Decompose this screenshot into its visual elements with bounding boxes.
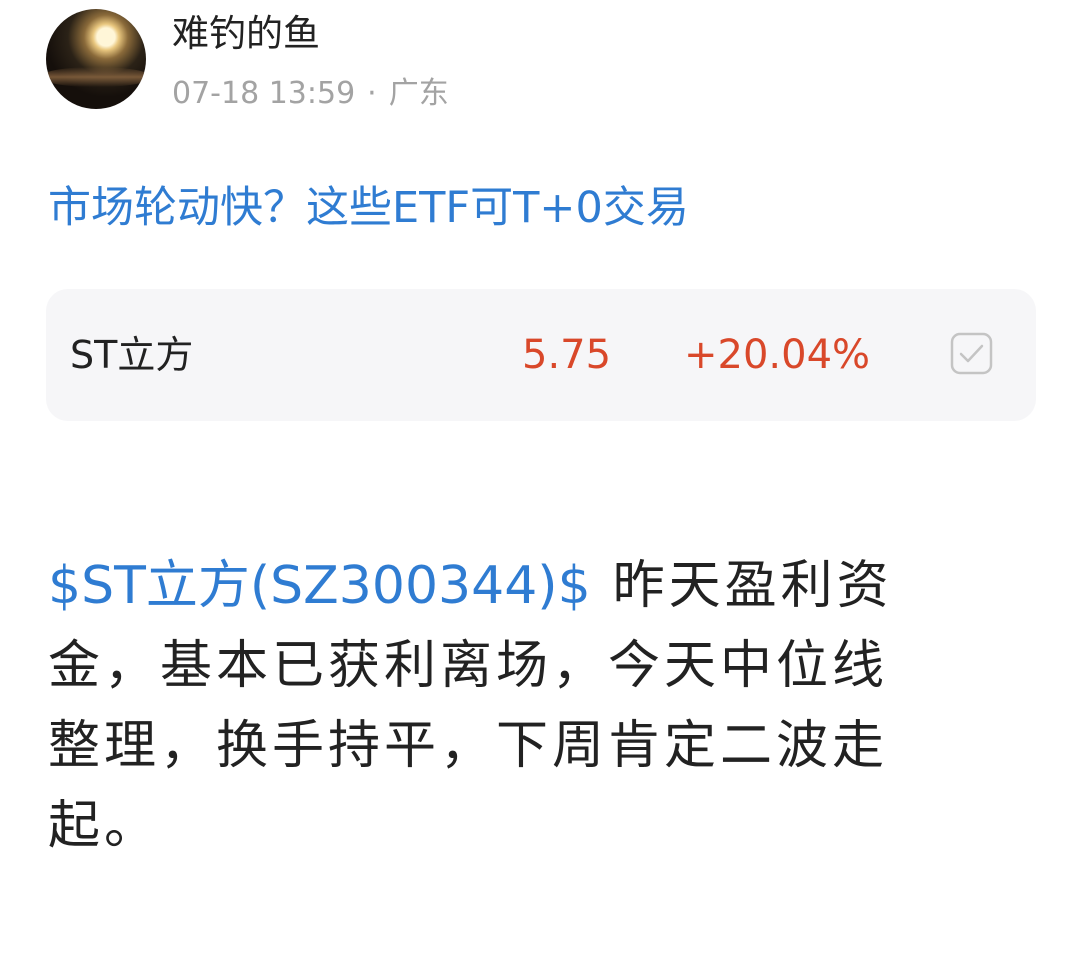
author-avatar[interactable] [46, 9, 146, 109]
promo-link[interactable]: 市场轮动快？这些ETF可T+0交易 [48, 180, 689, 236]
post-text-1: 昨天盈利资 [612, 556, 893, 616]
meta-separator: · [367, 76, 377, 111]
stock-quote-card[interactable]: ST立方 5.75 +20.04% [46, 289, 1036, 421]
stock-name: ST立方 [70, 333, 194, 377]
checkbox-icon[interactable] [950, 332, 993, 375]
stock-change-percent: +20.04% [684, 332, 871, 378]
author-name[interactable]: 难钓的鱼 [172, 10, 320, 58]
stock-price: 5.75 [522, 332, 612, 378]
post-body: $ST立方(SZ300344)$ 昨天盈利资 金，基本已获利离场，今天中位线 整理… [48, 532, 1038, 880]
avatar-cloud-decoration [46, 67, 146, 87]
post-location: 广东 [388, 76, 449, 111]
post-timestamp: 07-18 13:59 [172, 76, 356, 111]
post-meta: 07-18 13:59 · 广东 [172, 73, 449, 115]
stock-tag-link[interactable]: $ST立方(SZ300344)$ [48, 556, 591, 616]
